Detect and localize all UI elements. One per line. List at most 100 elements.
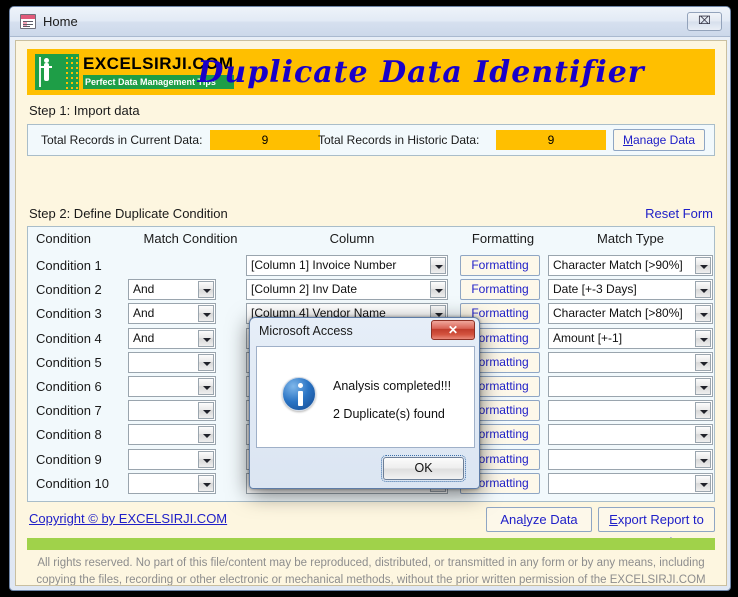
match-type-select[interactable] [548,448,713,470]
dialog-close-button[interactable]: ✕ [431,320,475,340]
formatting-button[interactable]: Formatting [460,279,540,301]
match-type-value: Date [+-3 Days] [553,282,637,297]
chevron-down-icon[interactable] [198,426,214,444]
dialog-message-line1: Analysis completed!!! [333,379,452,393]
match-condition-select[interactable]: And [128,303,216,325]
brand-name: EXCELSIRJI.COM [83,54,234,73]
form-body: EXCELSIRJI.COM Perfect Data Management T… [15,40,727,586]
match-type-select[interactable] [548,376,713,397]
chevron-down-icon[interactable] [198,305,214,323]
dialog-message-line2: 2 Duplicate(s) found [333,407,445,421]
conditions-header-row: Condition Match Condition Column Formatt… [28,231,714,253]
step1-label: Step 1: Import data [29,103,140,118]
header-match-type: Match Type [597,231,664,246]
analyze-data-prefix: Ana [500,512,524,527]
match-condition-value: And [133,330,155,345]
chevron-down-icon[interactable] [198,474,214,492]
export-report-accel: E [609,512,618,527]
chevron-down-icon[interactable] [198,378,214,395]
condition-label: Condition 9 [36,451,102,467]
step1-panel: Total Records in Current Data: 9 Total R… [27,124,715,156]
match-condition-select[interactable] [128,472,216,494]
manage-data-label: anage Data [632,133,696,147]
close-window-button[interactable]: ⌧ [687,12,722,31]
info-icon [282,377,316,411]
chevron-down-icon[interactable] [430,281,446,299]
chevron-down-icon[interactable] [695,474,711,492]
logo-grid-icon [63,54,79,90]
total-historic-records-value: 9 [496,130,606,150]
match-condition-select[interactable]: And [128,327,216,349]
column-value: [Column 2] Inv Date [251,282,358,297]
total-current-records-value: 9 [210,130,320,150]
header-condition: Condition [36,231,91,246]
column-select[interactable]: [Column 1] Invoice Number [246,255,448,276]
chevron-down-icon[interactable] [695,353,711,371]
match-condition-value: And [133,306,155,321]
match-condition-select[interactable]: And [128,279,216,301]
chevron-down-icon[interactable] [198,353,214,371]
dialog-content: Analysis completed!!! 2 Duplicate(s) fou… [256,346,475,448]
analyze-data-button[interactable]: Analyze Data [486,507,592,532]
message-dialog: Microsoft Access ✕ Analysis completed!!!… [249,317,480,489]
chevron-down-icon[interactable] [695,305,711,323]
formatting-button[interactable]: Formatting [460,255,540,276]
match-type-select[interactable]: Amount [+-1] [548,327,713,349]
match-type-select[interactable]: Character Match [>80%] [548,303,713,325]
column-select[interactable]: [Column 2] Inv Date [246,279,448,301]
match-condition-select[interactable] [128,351,216,373]
chevron-down-icon[interactable] [695,402,711,420]
condition-row: Condition 1 [Column 1] Invoice Number Form… [28,255,714,279]
dialog-ok-button[interactable]: OK [381,455,466,482]
match-type-select[interactable] [548,400,713,422]
chevron-down-icon[interactable] [695,329,711,347]
condition-label: Condition 3 [36,306,102,322]
condition-label: Condition 4 [36,330,102,346]
header-column: Column [329,231,375,246]
chevron-down-icon[interactable] [430,257,446,274]
condition-label: Condition 1 [36,258,102,273]
footer-disclaimer: All rights reserved. No part of this fil… [36,557,706,586]
chevron-down-icon[interactable] [198,402,214,420]
chevron-down-icon[interactable] [695,281,711,299]
chevron-down-icon[interactable] [695,426,711,444]
header-match-condition: Match Condition [143,231,238,246]
condition-label: Condition 7 [36,403,102,419]
brand-tagline: Perfect Data Management Tips [83,75,234,89]
match-type-select[interactable]: Character Match [>90%] [548,255,713,276]
access-form-icon [20,14,36,29]
match-type-value: Character Match [>80%] [553,306,683,321]
match-condition-select[interactable] [128,424,216,446]
condition-row: Condition 2 And [Column 2] Inv Date Formatt… [28,279,714,303]
match-type-select[interactable]: Date [+-3 Days] [548,279,713,301]
column-value: [Column 1] Invoice Number [251,258,397,272]
match-type-value: Character Match [>90%] [553,258,683,272]
condition-label: Condition 6 [36,379,102,394]
match-condition-select[interactable] [128,400,216,422]
copyright-link[interactable]: Copyright © by EXCELSIRJI.COM [29,511,227,526]
chevron-down-icon[interactable] [198,329,214,347]
step2-label: Step 2: Define Duplicate Condition [29,206,228,221]
chevron-down-icon[interactable] [198,281,214,299]
match-type-value: Amount [+-1] [553,330,623,345]
excelsirji-logo: EXCELSIRJI.COM Perfect Data Management T… [35,54,234,90]
manage-data-accel: M [622,133,633,147]
reset-form-link[interactable]: Reset Form [645,206,713,221]
total-historic-records-label: Total Records in Historic Data: [318,133,480,147]
access-application-window: Home ⌧ EXCELSIRJI.COM Perfect Data Manag… [9,6,731,591]
match-type-select[interactable] [548,351,713,373]
match-type-select[interactable] [548,424,713,446]
chevron-down-icon[interactable] [198,450,214,468]
app-banner: EXCELSIRJI.COM Perfect Data Management T… [27,49,715,95]
green-divider-bar [27,538,715,550]
export-report-button[interactable]: Export Report to Excel [598,507,715,550]
match-condition-select[interactable] [128,448,216,470]
match-type-select[interactable] [548,472,713,494]
manage-data-button[interactable]: Manage Data [613,129,705,151]
match-condition-select[interactable] [128,376,216,397]
analyze-data-suffix: yze Data [526,512,578,527]
condition-label: Condition 10 [36,475,109,491]
chevron-down-icon[interactable] [695,450,711,468]
chevron-down-icon[interactable] [695,257,711,274]
chevron-down-icon[interactable] [695,378,711,395]
